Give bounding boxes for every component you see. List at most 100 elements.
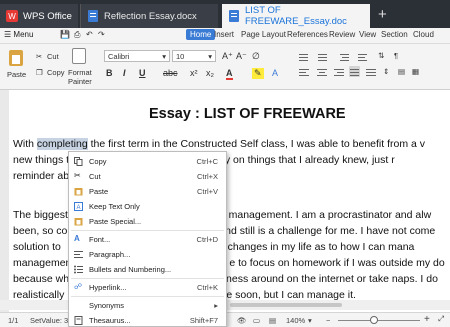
chevron-down-icon: ▾ [162,52,166,61]
zoom-slider-handle[interactable] [370,316,378,324]
zoom-in-button[interactable]: + [424,314,430,325]
text-run: solution to [13,241,61,253]
zoom-level[interactable]: 140% [286,316,305,325]
bold-button[interactable]: B [106,68,113,78]
subscript-icon[interactable]: x₂ [206,68,214,78]
print-icon[interactable]: ⎙ [74,30,80,40]
menu-item-bullets-numbering[interactable]: Bullets and Numbering... [69,262,226,277]
grow-font-icon[interactable]: A⁺ [222,51,233,62]
menu-item-shortcut: Ctrl+K [196,283,218,292]
sort-icon[interactable]: ⇅ [378,51,384,60]
font-color-button[interactable]: A [226,68,233,80]
tab-page-layout[interactable]: Page Layout [241,30,286,39]
tab-doc2-label: LIST OF FREEWARE_Essay.doc [245,5,347,27]
menu-item-keep-text-only[interactable]: A Keep Text Only [69,199,226,214]
menu-item-hyperlink[interactable]: ☍ Hyperlink... Ctrl+K [69,280,226,295]
context-menu: Copy Ctrl+C ✂ Cut Ctrl+X Paste Ctrl+V A … [68,151,227,327]
hamburger-icon: ☰ [4,30,12,39]
fullscreen-icon[interactable]: ⤢ [438,314,444,324]
menu-item-paste-special[interactable]: Paste Special... [69,214,226,229]
line-spacing-icon[interactable]: ⇕ [383,67,389,76]
text-only-icon: A [74,202,83,211]
zoom-slider[interactable] [338,320,420,321]
menu-item-label: Paste [89,187,109,196]
menu-item-cut[interactable]: ✂ Cut Ctrl+X [69,169,226,184]
font-size-value: 10 [176,52,185,61]
menu-item-font[interactable]: A Font... Ctrl+D [69,232,226,247]
menu-item-label: Bullets and Numbering... [89,265,172,274]
menu-item-label: Font... [89,235,111,244]
shading-icon[interactable]: ▤ [398,67,405,76]
tab-list-of-freeware[interactable]: LIST OF FREEWARE_Essay.doc [222,4,370,28]
document-icon [88,10,98,22]
tab-view[interactable]: View [359,30,376,39]
show-marks-icon[interactable]: ¶ [394,51,398,60]
tab-home[interactable]: Home [186,29,216,40]
menu-item-label: Paste Special... [89,217,142,226]
borders-icon[interactable]: ▦ [412,67,419,76]
italic-button[interactable]: I [123,68,126,78]
save-icon[interactable]: 💾 [60,30,70,39]
document-title: Essay : LIST OF FREEWARE [149,106,346,122]
paragraph-line: reminder ab [13,170,70,182]
menu-item-label: Cut [89,172,101,181]
copy-icon[interactable]: ❐ [36,68,43,77]
redo-icon[interactable]: ↷ [98,30,105,39]
tab-review[interactable]: Review [329,30,355,39]
paste-icon [9,50,23,66]
thesaurus-icon [74,316,83,325]
tab-wps-office[interactable]: W WPS Office [0,4,78,28]
menu-item-paragraph[interactable]: Paragraph... [69,247,226,262]
copy-icon [74,157,83,166]
text-run: e management. I am a procrastinator and … [219,209,432,221]
superscript-icon[interactable]: x² [190,68,198,78]
text-run: With [13,138,37,150]
font-size-select[interactable]: 10 ▾ [172,50,216,62]
menu-item-thesaurus[interactable]: Thesaurus... Shift+F7 [69,313,226,327]
menu-item-shortcut: Shift+F7 [189,316,218,325]
menu-bar: ☰ Menu 💾 ⎙ ↶ ↷ Home Insert Page Layout R… [0,28,450,44]
svg-text:A: A [76,205,80,211]
web-view-icon[interactable]: ▤ [269,316,276,325]
clear-format-icon[interactable]: ∅ [252,51,260,62]
underline-button[interactable]: U [139,68,146,78]
text-run: because wh [13,273,70,285]
text-run: managemen [13,257,72,269]
paragraph-line: With completing the first term in the Co… [13,138,425,150]
chevron-down-icon[interactable]: ▾ [308,316,312,325]
page-view-icon[interactable]: ▭ [253,316,260,325]
shrink-font-icon[interactable]: A⁻ [236,51,247,62]
new-tab-button[interactable]: + [378,6,387,23]
tab-reflection-essay[interactable]: Reflection Essay.docx [80,4,218,28]
tab-insert[interactable]: Insert [214,30,234,39]
menu-item-paste[interactable]: Paste Ctrl+V [69,184,226,199]
text-run: ness around on the internet or take naps… [226,273,438,285]
menu-item-shortcut: Ctrl+V [196,187,218,196]
highlight-icon[interactable]: ✎ [252,68,264,79]
menu-item-label: Hyperlink... [89,283,127,292]
scrollbar-thumb[interactable] [230,303,342,307]
main-menu-button[interactable]: ☰ Menu [4,30,33,39]
font-name-select[interactable]: Calibri ▾ [104,50,170,62]
menu-item-shortcut: Ctrl+D [196,235,218,244]
cut-label[interactable]: Cut [47,52,59,61]
tab-cloud[interactable]: Cloud [413,30,434,39]
undo-icon[interactable]: ↶ [86,30,93,39]
eye-icon[interactable]: 👁 [237,316,247,325]
tab-section[interactable]: Section [381,30,408,39]
text-run: the first term in the Constructed Self c… [87,138,426,150]
zoom-out-button[interactable]: − [326,316,330,325]
format-painter-label-2: Painter [68,77,92,86]
text-run: and still is a challenge for me. I have … [219,225,436,237]
setvalue-indicator: SetValue: 3. [30,316,71,325]
scissors-icon[interactable]: ✂ [36,52,42,61]
paste-label: Paste [7,70,27,79]
tab-references[interactable]: References [287,30,328,39]
text-effect-icon[interactable]: A [272,68,278,78]
strikethrough-icon[interactable]: abc [163,68,178,78]
menu-item-shortcut: Ctrl+C [196,157,218,166]
menu-item-synonyms[interactable]: Synonyms ▸ [69,298,226,313]
copy-label[interactable]: Copy [47,68,65,77]
menu-item-copy[interactable]: Copy Ctrl+C [69,154,226,169]
text-run: been, so co [13,225,68,237]
